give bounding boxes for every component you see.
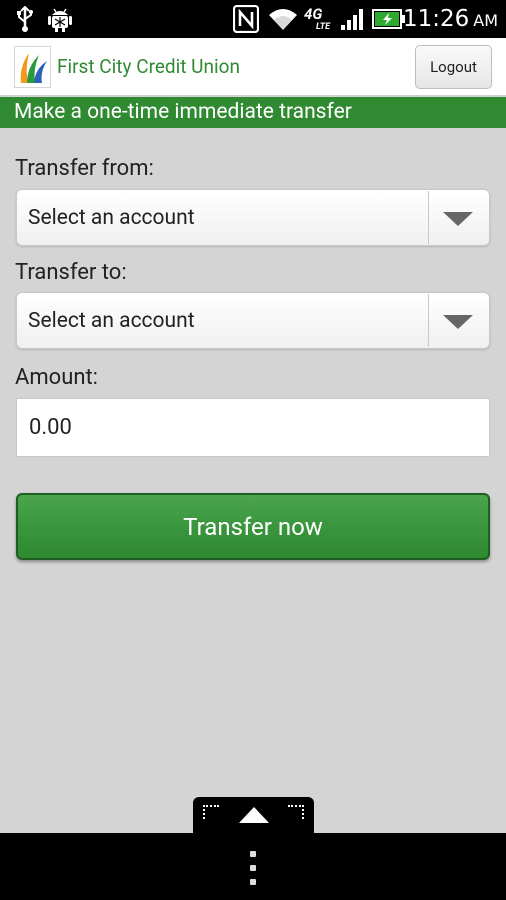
transfer-to-value: Select an account xyxy=(28,309,195,333)
transfer-now-button[interactable]: Transfer now xyxy=(16,493,490,560)
credit-union-logo xyxy=(14,46,51,88)
corner-bracket-icon xyxy=(203,805,219,819)
battery-charging-icon xyxy=(372,4,406,34)
app-title: First City Credit Union xyxy=(57,55,240,78)
page-title: Make a one-time immediate transfer xyxy=(0,97,506,128)
navigation-bar xyxy=(0,833,506,900)
transfer-from-select[interactable]: Select an account xyxy=(16,189,490,246)
select-divider xyxy=(428,191,429,244)
chevron-down-icon[interactable] xyxy=(443,315,473,329)
expand-handle[interactable] xyxy=(193,797,314,833)
select-divider xyxy=(428,294,429,347)
nfc-icon xyxy=(233,4,259,34)
clock: 11:26 AM xyxy=(402,6,498,32)
transfer-from-label: Transfer from: xyxy=(15,156,154,181)
transfer-to-select[interactable]: Select an account xyxy=(16,292,490,349)
android-debug-icon xyxy=(47,4,73,34)
amount-field-wrapper xyxy=(16,398,490,457)
transfer-from-value: Select an account xyxy=(28,206,195,230)
status-bar: 4G LTE 11:26 AM xyxy=(0,0,506,38)
wifi-icon xyxy=(267,4,299,34)
network-4g-lte-icon: 4G LTE xyxy=(304,4,331,32)
app-header: First City Credit Union Logout xyxy=(0,38,506,96)
amount-field[interactable] xyxy=(17,399,489,456)
usb-icon xyxy=(14,4,36,34)
logout-button[interactable]: Logout xyxy=(415,45,492,89)
signal-icon xyxy=(340,4,366,34)
expand-up-icon xyxy=(239,807,269,823)
overflow-menu-icon[interactable] xyxy=(248,851,258,885)
transfer-to-label: Transfer to: xyxy=(15,260,127,285)
amount-label: Amount: xyxy=(15,365,98,390)
chevron-down-icon[interactable] xyxy=(443,212,473,226)
corner-bracket-icon xyxy=(288,805,304,819)
